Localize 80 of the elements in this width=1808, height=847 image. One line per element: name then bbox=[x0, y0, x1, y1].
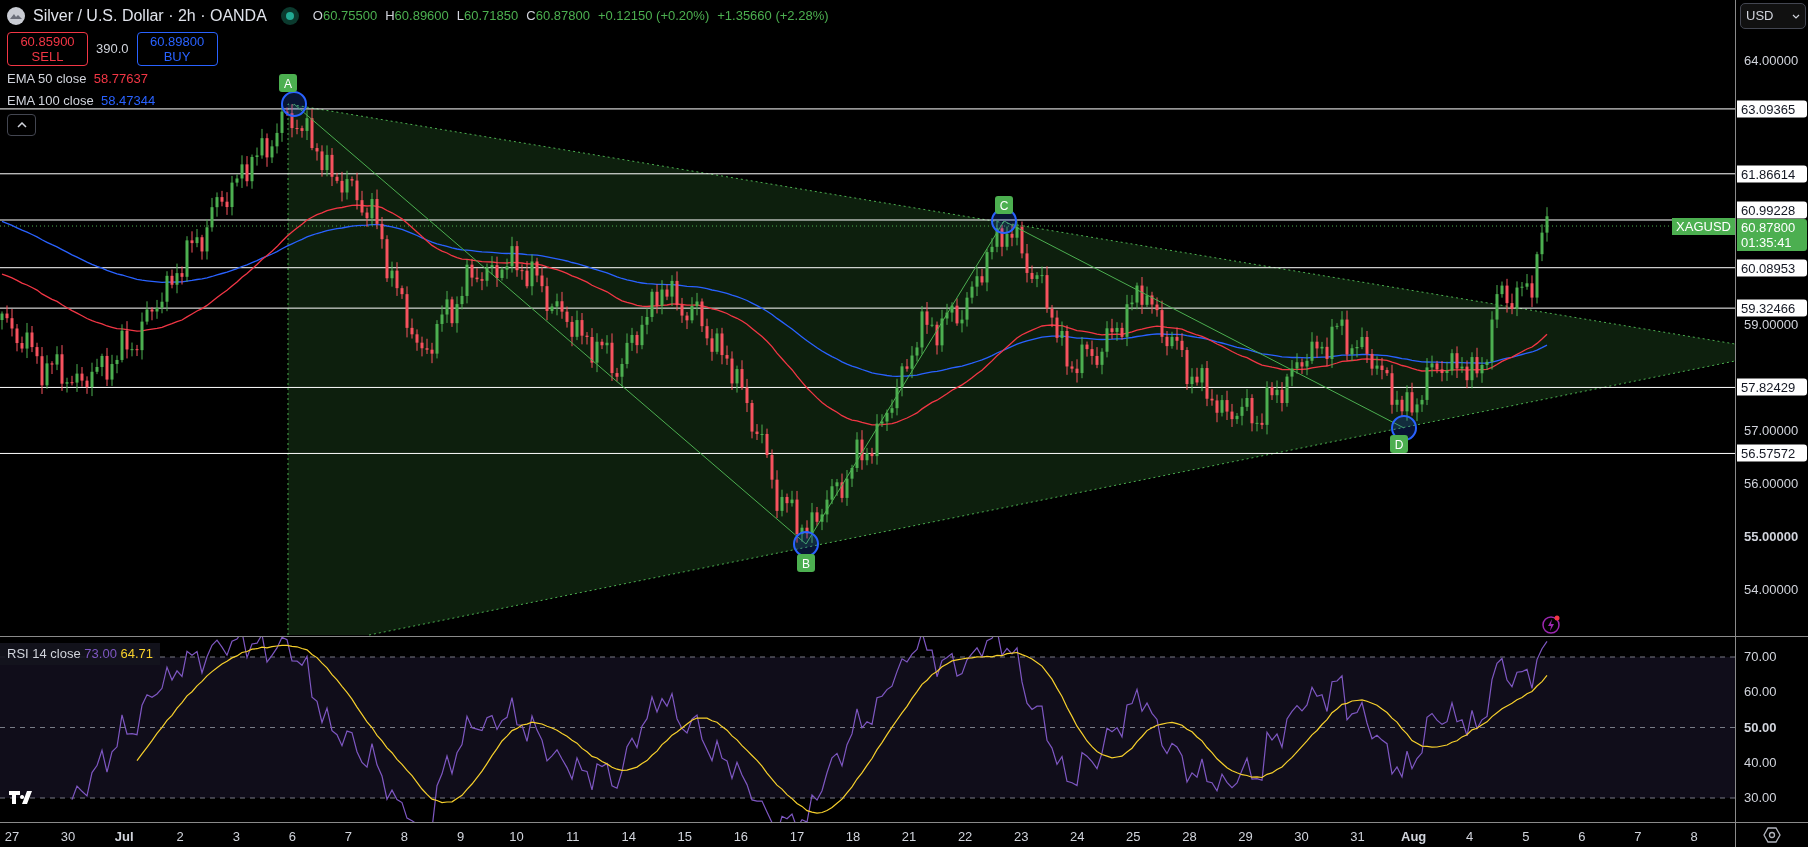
time-tick-label: 15 bbox=[677, 828, 693, 846]
price-tick-label: 56.00000 bbox=[1744, 475, 1799, 494]
collapse-button[interactable] bbox=[7, 114, 36, 136]
time-tick-label: 31 bbox=[1350, 828, 1365, 846]
time-tick-label: 11 bbox=[565, 828, 580, 846]
pivot-marker bbox=[793, 531, 819, 557]
price-tick-label: 57.00000 bbox=[1744, 422, 1799, 441]
rsi-tick-label: 30.00 bbox=[1744, 789, 1777, 808]
pivot-marker bbox=[1391, 415, 1417, 441]
level-price-label: 56.57572 bbox=[1737, 444, 1807, 462]
level-price-label: 60.08953 bbox=[1737, 259, 1807, 277]
sell-button[interactable]: 60.85900 SELL bbox=[7, 32, 88, 66]
time-tick-label: 18 bbox=[845, 828, 861, 846]
price-tick-label: 64.00000 bbox=[1744, 52, 1799, 71]
pivot-label: B bbox=[797, 554, 815, 572]
time-tick-label: 21 bbox=[901, 828, 917, 846]
time-tick-label: Aug bbox=[1401, 828, 1427, 846]
settings-icon[interactable] bbox=[1763, 826, 1781, 844]
time-tick-label: 23 bbox=[1013, 828, 1029, 846]
time-tick-label: 27 bbox=[4, 828, 20, 846]
time-tick-label: 29 bbox=[1238, 828, 1253, 846]
price-tick-label: 54.00000 bbox=[1744, 580, 1799, 599]
pivot-label: C bbox=[995, 196, 1013, 214]
time-tick-label: 10 bbox=[509, 828, 524, 846]
rsi-tick-label: 40.00 bbox=[1744, 754, 1777, 772]
time-tick-label: 5 bbox=[1522, 828, 1530, 846]
indicator-legend: EMA 50 close 58.77637 bbox=[7, 70, 148, 88]
symbol-tag: XAGUSD bbox=[1672, 218, 1735, 235]
rsi-tick-label: 70.00 bbox=[1744, 648, 1777, 667]
level-price-label: 59.32466 bbox=[1737, 299, 1807, 317]
chevron-down-icon bbox=[1792, 13, 1800, 19]
time-tick-label: 16 bbox=[733, 828, 749, 846]
price-tick-label: 59.00000 bbox=[1744, 316, 1799, 335]
time-tick-label: 14 bbox=[621, 828, 636, 846]
spread-value: 390.0 bbox=[96, 40, 129, 59]
level-price-label: 63.09365 bbox=[1737, 100, 1807, 118]
time-tick-label: 7 bbox=[344, 828, 352, 846]
market-status-icon bbox=[280, 7, 299, 25]
price-tick-label: 55.00000 bbox=[1744, 528, 1799, 546]
time-tick-label: 22 bbox=[957, 828, 973, 846]
lightning-icon[interactable] bbox=[1542, 615, 1560, 634]
chart-title: Silver / U.S. Dollar · 2h · OANDA bbox=[33, 6, 267, 26]
time-tick-label: 6 bbox=[1578, 828, 1586, 846]
level-price-label: 60.99228 bbox=[1737, 201, 1807, 218]
time-tick-label: 8 bbox=[1690, 828, 1698, 846]
time-tick-label: 6 bbox=[288, 828, 296, 846]
time-tick-label: 2 bbox=[176, 828, 184, 846]
time-tick-label: 8 bbox=[400, 828, 409, 846]
chevron-up-icon bbox=[16, 122, 27, 128]
buy-button[interactable]: 60.89800 BUY bbox=[136, 32, 218, 66]
time-tick-label: 30 bbox=[60, 828, 76, 846]
currency-dropdown[interactable]: USD bbox=[1740, 3, 1806, 29]
time-tick-label: 4 bbox=[1466, 828, 1474, 846]
pivot-label: D bbox=[1390, 435, 1408, 453]
indicator-legend: EMA 100 close 58.47344 bbox=[7, 92, 156, 110]
level-price-label: 57.82429 bbox=[1737, 378, 1807, 396]
rsi-tick-label: 60.00 bbox=[1744, 683, 1777, 702]
time-tick-label: 25 bbox=[1126, 828, 1141, 846]
ohlc-value: H60.89600 bbox=[385, 7, 449, 26]
price-change: +1.35660 (+2.28%) bbox=[717, 7, 829, 26]
pivot-marker bbox=[281, 91, 307, 117]
rsi-tick-label: 50.00 bbox=[1744, 718, 1777, 737]
time-tick-label: 24 bbox=[1070, 828, 1085, 846]
tradingview-logo-icon bbox=[9, 791, 32, 804]
time-tick-label: 7 bbox=[1634, 828, 1642, 846]
price-change: +0.12150 (+0.20%) bbox=[597, 7, 710, 26]
time-tick-label: Jul bbox=[114, 828, 134, 846]
last-price-label: 60.87800 01:35:41 bbox=[1737, 219, 1807, 251]
coin-icon bbox=[7, 7, 25, 25]
level-price-label: 61.86614 bbox=[1737, 165, 1807, 183]
rsi-legend: RSI 14 close 73.00 64.71 bbox=[0, 643, 161, 665]
ohlc-value: L60.71850 bbox=[456, 7, 519, 26]
time-tick-label: 9 bbox=[456, 828, 465, 846]
ohlc-value: C60.87800 bbox=[526, 7, 590, 26]
ohlc-value: O60.75500 bbox=[312, 7, 378, 26]
time-tick-label: 17 bbox=[789, 828, 805, 846]
time-tick-label: 3 bbox=[232, 828, 240, 846]
time-tick-label: 28 bbox=[1182, 828, 1197, 846]
pivot-label: A bbox=[279, 74, 297, 92]
time-tick-label: 30 bbox=[1294, 828, 1309, 846]
